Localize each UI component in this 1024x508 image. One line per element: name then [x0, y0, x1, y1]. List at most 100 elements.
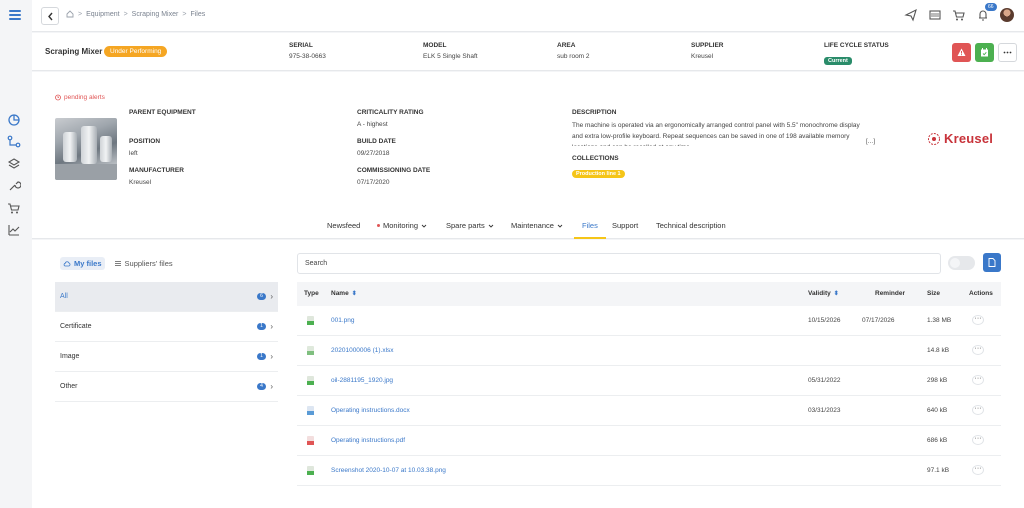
table-row[interactable]: Screenshot 2020-10-07 at 10.03.38.png 97… [297, 456, 1001, 486]
cart-icon[interactable] [7, 201, 21, 215]
description-text: The machine is operated via an ergonomic… [572, 122, 860, 146]
col-validity[interactable]: Validity ⬍ [808, 290, 839, 297]
my-files-toggle[interactable]: My files [60, 257, 105, 270]
sort-icon[interactable]: ⬍ [834, 291, 839, 297]
area-label: AREA [557, 42, 576, 49]
serial-value: 975-38-0663 [289, 53, 326, 60]
tab-newsfeed[interactable]: Newsfeed [327, 221, 360, 230]
commissioning-date: COMMISSIONING DATE 07/17/2020 [357, 167, 430, 186]
search-input[interactable]: Search [297, 253, 941, 274]
files-table: Type Name ⬍ Validity ⬍ Reminder Size Actio… [297, 282, 1001, 486]
scanner-icon[interactable] [928, 8, 942, 22]
row-actions-button[interactable]: ··· [972, 315, 984, 325]
equipment-name: Scraping Mixer [45, 47, 103, 56]
file-name-link[interactable]: Operating instructions.docx [331, 407, 410, 414]
equipment-tree-icon[interactable] [7, 135, 21, 149]
category-image[interactable]: Image 1 › [55, 342, 278, 372]
tab-technical-description[interactable]: Technical description [656, 221, 726, 230]
bell-icon[interactable]: 66 [976, 3, 997, 22]
back-button[interactable] [41, 7, 59, 25]
top-actions: 66 [894, 3, 1014, 22]
sort-icon[interactable]: ⬍ [352, 291, 357, 297]
dashboard-icon[interactable] [7, 113, 21, 127]
table-row[interactable]: 001.png 10/15/2026 07/17/2026 1.38 MB ··… [297, 306, 1001, 336]
pending-alerts[interactable]: pending alerts [55, 94, 105, 101]
parent-equipment: PARENT EQUIPMENT [129, 109, 196, 116]
menu-icon[interactable] [9, 10, 21, 20]
col-type: Type [304, 290, 319, 297]
shopping-cart-icon[interactable] [952, 8, 966, 22]
breadcrumb-item-equipment[interactable]: Equipment [86, 11, 119, 18]
category-all[interactable]: All 6 › [55, 282, 278, 312]
col-size: Size [927, 290, 941, 297]
send-icon[interactable] [904, 8, 918, 22]
table-row[interactable]: Operating instructions.pdf 686 kB ··· [297, 426, 1001, 456]
chevron-down-icon [488, 224, 494, 228]
table-row[interactable]: Operating instructions.docx 03/31/2023 6… [297, 396, 1001, 426]
file-icon [988, 258, 996, 267]
tab-files[interactable]: Files [582, 221, 598, 230]
lifecycle-column: LIFE CYCLE STATUS Current [824, 42, 889, 67]
lifecycle-badge: Current [824, 57, 852, 65]
alert-dot [377, 224, 380, 227]
equipment-header: Scraping Mixer Under Performing SERIAL 9… [32, 33, 1024, 71]
col-name[interactable]: Name ⬍ [331, 290, 357, 297]
row-actions-button[interactable]: ··· [972, 465, 984, 475]
spreadsheet-file-icon [307, 346, 314, 355]
layers-icon[interactable] [7, 157, 21, 171]
tab-files-label: Files [582, 221, 598, 230]
row-actions-button[interactable]: ··· [972, 435, 984, 445]
category-count-badge: 6 [257, 293, 266, 300]
file-name-link[interactable]: Screenshot 2020-10-07 at 10.03.38.png [331, 467, 446, 474]
upload-file-button[interactable] [983, 253, 1001, 272]
file-name-link[interactable]: Operating instructions.pdf [331, 437, 405, 444]
view-toggle-switch[interactable] [948, 256, 975, 270]
breadcrumb: > Equipment > Scraping Mixer > Files [66, 10, 205, 18]
category-label: Image [60, 353, 80, 360]
file-category-list: All 6 › Certificate 1 › Image 1 › Other … [55, 282, 278, 402]
kreusel-logo-icon [928, 132, 940, 145]
tab-spare-parts[interactable]: Spare parts [446, 221, 494, 230]
chevron-right-icon: › [270, 292, 273, 301]
file-size: 14.8 kB [927, 347, 950, 354]
tab-maintenance[interactable]: Maintenance [511, 221, 563, 230]
tab-support-label: Support [612, 221, 639, 230]
row-actions-button[interactable]: ··· [972, 375, 984, 385]
chevron-right-icon: › [270, 322, 273, 331]
read-more-link[interactable]: [...] [866, 138, 875, 145]
category-other[interactable]: Other 4 › [55, 372, 278, 402]
report-alert-button[interactable] [952, 43, 971, 62]
collections-label: COLLECTIONS [572, 155, 619, 162]
file-name-link[interactable]: 001.png [331, 317, 355, 324]
avatar[interactable] [1000, 8, 1014, 22]
model-value: ELK 5 Single Shaft [423, 53, 478, 60]
serial-label: SERIAL [289, 42, 313, 49]
analytics-icon[interactable] [7, 223, 21, 237]
category-certificate[interactable]: Certificate 1 › [55, 312, 278, 342]
file-size: 97.1 kB [927, 467, 950, 474]
schedule-button[interactable] [975, 43, 994, 62]
file-name-link[interactable]: 20201000006 (1).xlsx [331, 347, 394, 354]
file-validity: 05/31/2022 [808, 377, 841, 384]
top-bar: > Equipment > Scraping Mixer > Files 66 [32, 0, 1024, 32]
collection-badge[interactable]: Production line 1 [572, 170, 625, 178]
breadcrumb-item-scraping-mixer[interactable]: Scraping Mixer [132, 11, 179, 18]
file-name-link[interactable]: oil-2881195_1920.jpg [331, 377, 393, 384]
tab-monitoring-label: Monitoring [383, 221, 419, 230]
table-row[interactable]: oil-2881195_1920.jpg 05/31/2022 298 kB ·… [297, 366, 1001, 396]
app-root: > Equipment > Scraping Mixer > Files 66 [0, 0, 1024, 508]
row-actions-button[interactable]: ··· [972, 405, 984, 415]
breadcrumb-separator: > [78, 10, 83, 18]
more-options-button[interactable] [998, 43, 1017, 62]
home-icon[interactable] [66, 10, 74, 18]
description: DESCRIPTION The machine is operated via … [572, 109, 862, 146]
row-actions-button[interactable]: ··· [972, 345, 984, 355]
tab-monitoring[interactable]: Monitoring [377, 221, 427, 230]
cloud-icon [63, 261, 71, 267]
category-label: Certificate [60, 323, 92, 330]
switch-knob [950, 258, 960, 268]
suppliers-files-toggle[interactable]: Suppliers' files [111, 257, 176, 270]
table-row[interactable]: 20201000006 (1).xlsx 14.8 kB ··· [297, 336, 1001, 366]
tab-support[interactable]: Support [612, 221, 638, 230]
wrench-icon[interactable] [7, 179, 22, 193]
